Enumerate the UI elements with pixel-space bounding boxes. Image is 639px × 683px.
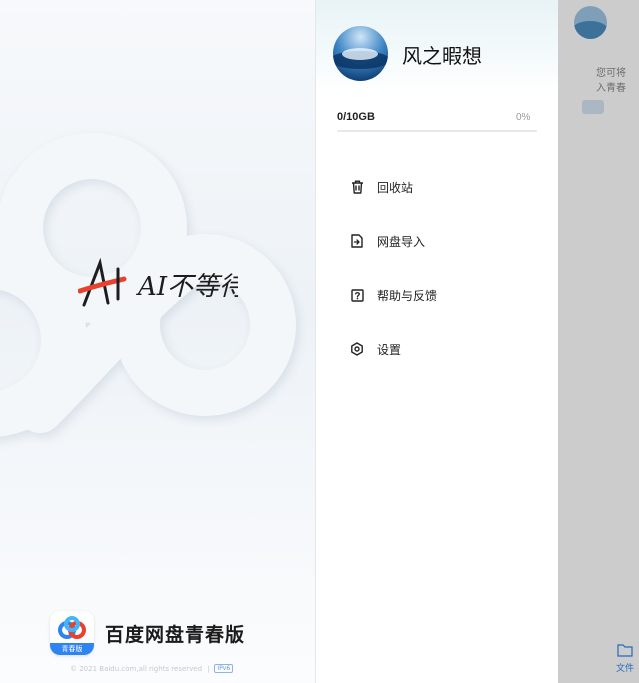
- drawer-menu: 回收站 网盘导入 帮助与反馈 设置: [316, 160, 558, 376]
- menu-item-help-feedback[interactable]: 帮助与反馈: [316, 268, 558, 322]
- copyright-text: © 2021 Baidu.com,all rights reserved: [70, 664, 203, 673]
- storage-progress-bar: [337, 130, 537, 132]
- splash-screen: AI不等待 青春版 百度网盘青春版 © 2021 Baidu.com,all r…: [0, 0, 316, 683]
- menu-item-label: 帮助与反馈: [377, 288, 438, 303]
- trash-icon: [350, 180, 364, 194]
- menu-item-label: 网盘导入: [377, 234, 426, 249]
- menu-item-settings[interactable]: 设置: [316, 322, 558, 376]
- avatar[interactable]: [333, 26, 388, 81]
- drawer-scrim[interactable]: [558, 0, 639, 683]
- slogan-ai-not-waiting: AI不等待: [78, 257, 238, 307]
- menu-item-label: 设置: [377, 342, 402, 357]
- app-logo: 青春版: [50, 611, 94, 655]
- slogan-text: AI不等待: [136, 272, 238, 302]
- logo-badge: 青春版: [50, 643, 94, 655]
- menu-item-label: 回收站: [377, 180, 414, 195]
- menu-item-recycle-bin[interactable]: 回收站: [316, 160, 558, 214]
- username[interactable]: 风之暇想: [402, 40, 482, 69]
- storage-percent: 0%: [516, 112, 531, 123]
- help-icon: [350, 288, 364, 302]
- import-icon: [350, 234, 364, 248]
- copyright-line: © 2021 Baidu.com,all rights reserved | I…: [70, 664, 234, 673]
- storage-usage: 0/10GB: [337, 111, 375, 123]
- side-drawer: 风之暇想 0/10GB 0% 回收站 网盘导入 帮助与反馈 设置: [316, 0, 558, 683]
- ipv6-badge: IPv6: [214, 664, 234, 673]
- brand-name: 百度网盘青春版: [105, 623, 246, 646]
- settings-icon: [350, 342, 364, 356]
- copyright-separator: |: [207, 664, 210, 673]
- menu-item-cloud-import[interactable]: 网盘导入: [316, 214, 558, 268]
- brand: 青春版 百度网盘青春版: [50, 610, 245, 656]
